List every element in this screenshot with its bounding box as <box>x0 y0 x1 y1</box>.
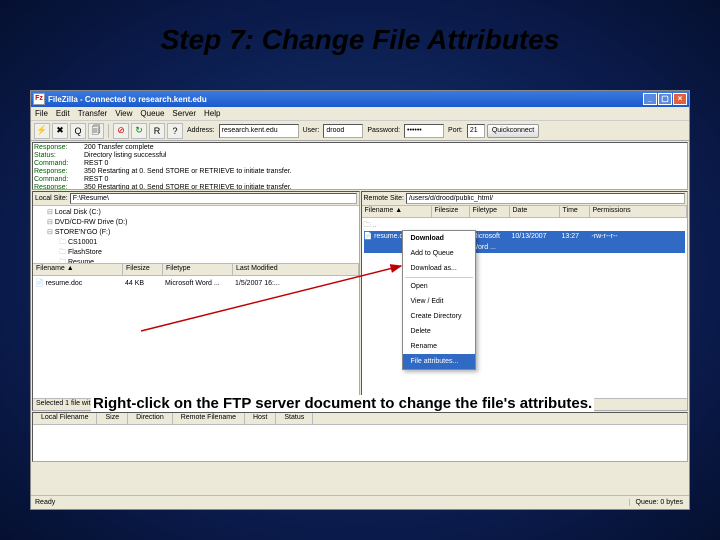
menu-add-queue[interactable]: Add to Queue <box>403 246 476 261</box>
menu-queue[interactable]: Queue <box>140 109 164 118</box>
titlebar: Fz FileZilla - Connected to research.ken… <box>31 91 689 107</box>
reconnect-icon[interactable]: ↻ <box>131 123 147 139</box>
menu-rename[interactable]: Rename <box>403 339 476 354</box>
connect-icon[interactable]: ⚡ <box>34 123 50 139</box>
menu-create-dir[interactable]: Create Directory <box>403 309 476 324</box>
slide-caption: Right-click on the FTP server document t… <box>91 395 594 412</box>
port-input[interactable] <box>467 124 485 138</box>
user-input[interactable] <box>323 124 363 138</box>
address-input[interactable] <box>219 124 299 138</box>
status-ready: Ready <box>31 499 629 506</box>
menu-file[interactable]: File <box>35 109 48 118</box>
refresh-icon[interactable]: Q <box>70 123 86 139</box>
queue-header[interactable]: Local Filename Size Direction Remote Fil… <box>33 413 687 425</box>
toolbar: ⚡ ✖ Q 🗐 ⊘ ↻ R ? Address: User: Password:… <box>31 121 689 141</box>
menu-view-edit[interactable]: View / Edit <box>403 294 476 309</box>
minimize-button[interactable]: _ <box>643 93 657 105</box>
disconnect-icon[interactable]: ✖ <box>52 123 68 139</box>
queue-pane: Local Filename Size Direction Remote Fil… <box>32 412 688 462</box>
menu-view[interactable]: View <box>115 109 132 118</box>
menu-delete[interactable]: Delete <box>403 324 476 339</box>
local-file-list[interactable]: 📄 resume.doc 44 KB Microsoft Word ... 1/… <box>33 276 359 398</box>
menu-file-attributes[interactable]: File attributes... <box>403 354 476 369</box>
maximize-button[interactable]: ▢ <box>658 93 672 105</box>
menu-open[interactable]: Open <box>403 279 476 294</box>
menu-download-as[interactable]: Download as... <box>403 261 476 276</box>
local-site-label: Local Site: <box>35 195 68 202</box>
status-queue: Queue: 0 bytes <box>629 499 689 506</box>
help-icon[interactable]: ? <box>167 123 183 139</box>
cancel-icon[interactable]: ⊘ <box>113 123 129 139</box>
menubar: File Edit Transfer View Queue Server Hel… <box>31 107 689 121</box>
window-title: FileZilla - Connected to research.kent.e… <box>48 95 207 104</box>
remote-pane: Remote Site: Filename ▲ Filesize Filetyp… <box>361 191 689 411</box>
local-tree[interactable]: ⊟Local Disk (C:) ⊟DVD/CD-RW Drive (D:) ⊟… <box>33 206 359 264</box>
r-button[interactable]: R <box>149 123 165 139</box>
remote-site-label: Remote Site: <box>364 195 404 202</box>
quickconnect-button[interactable]: Quickconnect <box>487 124 539 138</box>
address-label: Address: <box>187 127 215 134</box>
port-label: Port: <box>448 127 463 134</box>
menu-transfer[interactable]: Transfer <box>78 109 108 118</box>
menu-edit[interactable]: Edit <box>56 109 70 118</box>
password-input[interactable] <box>404 124 444 138</box>
local-pane: Local Site: ⊟Local Disk (C:) ⊟DVD/CD-RW … <box>32 191 360 411</box>
app-icon: Fz <box>33 93 45 105</box>
remote-file-list[interactable]: 🗀 .. 📄 resume.doc 44511 Microsoft Word .… <box>362 218 688 398</box>
password-label: Password: <box>367 127 400 134</box>
user-label: User: <box>303 127 320 134</box>
local-path-input[interactable] <box>70 193 357 204</box>
list-item[interactable]: 📄 resume.doc 44 KB Microsoft Word ... 1/… <box>35 278 357 289</box>
remote-path-input[interactable] <box>406 193 685 204</box>
menu-server[interactable]: Server <box>172 109 196 118</box>
local-list-header[interactable]: Filename ▲ Filesize Filetype Last Modifi… <box>33 264 359 276</box>
filezilla-window: Fz FileZilla - Connected to research.ken… <box>30 90 690 510</box>
menu-help[interactable]: Help <box>204 109 220 118</box>
slide-title: Step 7: Change File Attributes <box>0 0 720 66</box>
close-button[interactable]: × <box>673 93 687 105</box>
log-pane: Response:200 Transfer complete Status:Di… <box>32 142 688 190</box>
statusbar: Ready Queue: 0 bytes <box>31 495 689 509</box>
remote-list-header[interactable]: Filename ▲ Filesize Filetype Date Time P… <box>362 206 688 218</box>
context-menu: Download Add to Queue Download as... Ope… <box>402 230 477 370</box>
menu-download[interactable]: Download <box>403 231 476 246</box>
toggle-tree-icon[interactable]: 🗐 <box>88 123 104 139</box>
